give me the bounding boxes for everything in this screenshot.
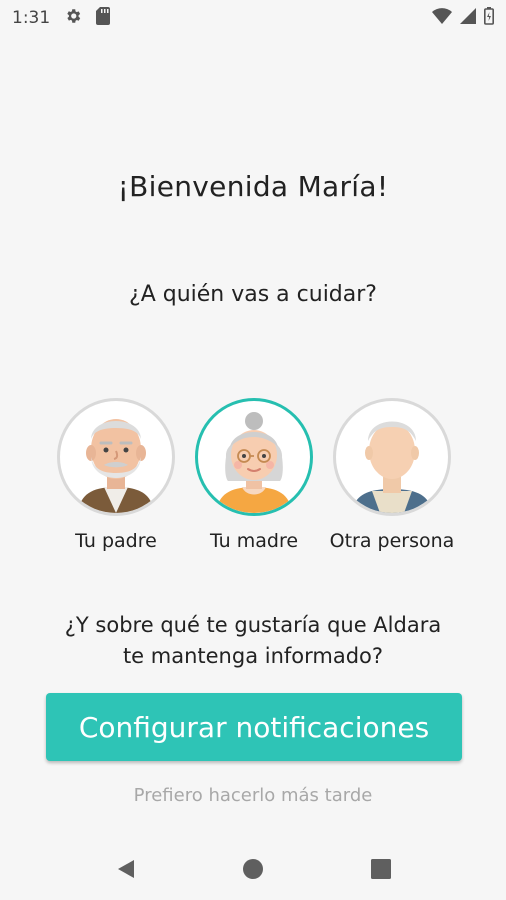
status-right bbox=[432, 6, 494, 30]
sd-card-icon bbox=[96, 6, 111, 30]
later-link[interactable]: Prefiero hacerlo más tarde bbox=[0, 785, 506, 806]
mother-avatar-illustration bbox=[216, 412, 292, 513]
option-other-label: Otra persona bbox=[329, 530, 455, 552]
notifications-question-line1: ¿Y sobre qué te gustaría que Aldara bbox=[64, 613, 442, 637]
option-mother-label: Tu madre bbox=[209, 530, 299, 552]
status-left: 1:31 bbox=[12, 6, 111, 30]
settings-icon bbox=[64, 7, 82, 30]
signal-icon bbox=[460, 7, 476, 29]
father-avatar-illustration bbox=[78, 419, 154, 513]
welcome-title: ¡Bienvenida María! bbox=[117, 170, 389, 203]
mother-avatar bbox=[195, 398, 313, 516]
back-icon[interactable] bbox=[110, 854, 140, 884]
option-other[interactable]: Otra persona bbox=[312, 398, 472, 552]
care-question: ¿A quién vas a cuidar? bbox=[129, 282, 377, 307]
battery-icon bbox=[484, 6, 494, 30]
notifications-question-line2: te mantenga informado? bbox=[122, 644, 384, 668]
father-avatar bbox=[57, 398, 175, 516]
wifi-icon bbox=[432, 7, 452, 29]
configure-notifications-button[interactable]: Configurar notificaciones bbox=[46, 693, 462, 761]
other-person-avatar bbox=[333, 398, 451, 516]
notifications-question: ¿Y sobre qué te gustaría que Aldara te m… bbox=[0, 610, 506, 672]
navigation-bar bbox=[0, 836, 506, 900]
option-mother[interactable]: Tu madre bbox=[174, 398, 334, 552]
status-bar: 1:31 bbox=[0, 0, 506, 36]
care-options: Tu padre Tu madre Otra persona bbox=[0, 398, 506, 558]
other-person-avatar-illustration bbox=[352, 421, 432, 513]
option-father[interactable]: Tu padre bbox=[36, 398, 196, 552]
status-time: 1:31 bbox=[12, 8, 51, 28]
recents-icon[interactable] bbox=[366, 854, 396, 884]
option-father-label: Tu padre bbox=[75, 530, 157, 552]
home-icon[interactable] bbox=[238, 854, 268, 884]
